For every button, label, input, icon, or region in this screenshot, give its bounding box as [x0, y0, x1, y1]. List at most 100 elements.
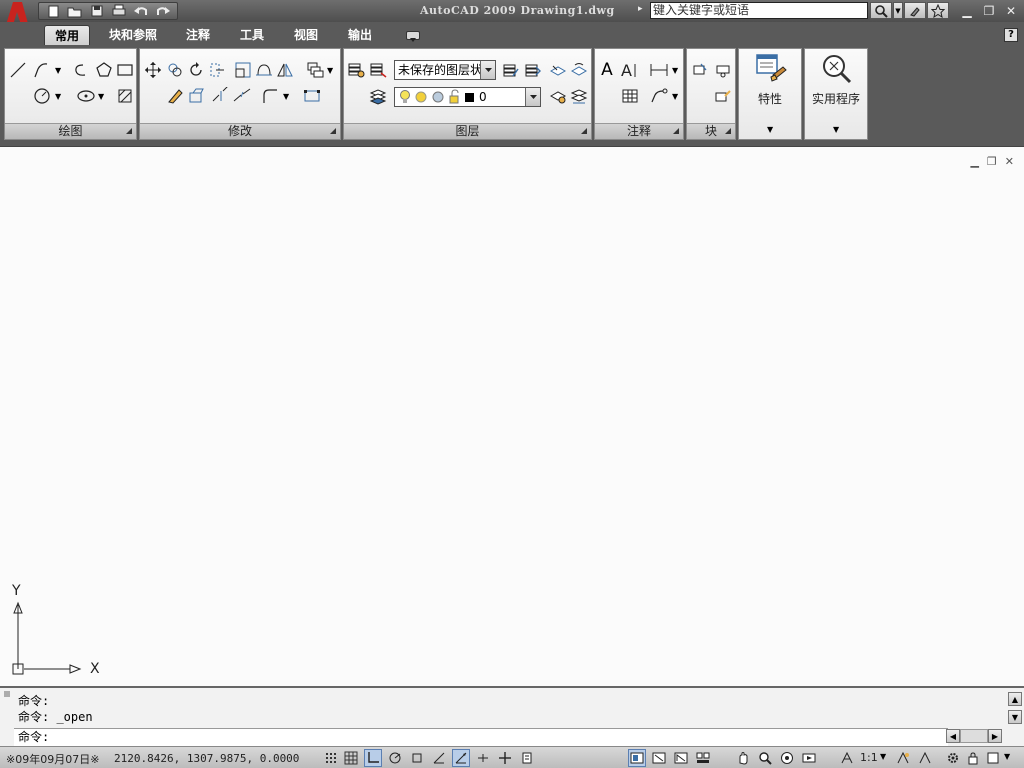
layer-state-combo[interactable]: 未保存的图层状态	[394, 60, 496, 80]
pan-icon[interactable]	[734, 749, 752, 767]
command-window-grip-icon[interactable]	[2, 690, 12, 730]
layer-states-icon[interactable]	[368, 60, 388, 80]
layout2-icon[interactable]	[672, 749, 690, 767]
fillet-dropdown-chevron-icon[interactable]: ▼	[283, 92, 289, 101]
layer-off-icon[interactable]	[569, 86, 589, 106]
showmotion-icon[interactable]	[800, 749, 818, 767]
annotation-scale-icon[interactable]	[838, 749, 856, 767]
print-icon[interactable]	[109, 3, 129, 19]
lineweight-icon[interactable]	[496, 749, 514, 767]
steering-wheel-icon[interactable]	[778, 749, 796, 767]
undo-icon[interactable]	[131, 3, 151, 19]
drawing-canvas[interactable]: ▁ ❐ ✕ Y X	[0, 146, 1024, 686]
erase-icon[interactable]	[165, 86, 185, 106]
multiline-text-icon[interactable]: A	[620, 60, 640, 80]
annotation-scale-dropdown-chevron-icon[interactable]: ▼	[880, 752, 886, 761]
mirror-icon[interactable]	[275, 60, 295, 80]
tab-view[interactable]: 视图	[286, 25, 326, 45]
multileader-icon[interactable]	[649, 86, 669, 106]
annotation-visibility-icon[interactable]	[894, 749, 912, 767]
drawing-close-icon[interactable]: ✕	[1005, 155, 1014, 168]
panel-expand-icon[interactable]	[673, 128, 679, 134]
tab-output[interactable]: 输出	[340, 25, 380, 45]
status-bar-menu-chevron-icon[interactable]: ▼	[1004, 752, 1010, 761]
toolbar-lock-icon[interactable]	[964, 749, 982, 767]
insert-block-icon[interactable]	[690, 60, 710, 80]
command-horizontal-scrollbar[interactable]: ◀ ▶	[946, 729, 1006, 745]
polyline-icon[interactable]	[32, 60, 52, 80]
stretch-icon[interactable]	[207, 60, 227, 80]
line-icon[interactable]	[8, 60, 28, 80]
modify-panel-title[interactable]: 修改	[140, 123, 340, 139]
ribbon-tabs-dropdown-icon[interactable]	[406, 31, 420, 42]
linear-dimension-icon[interactable]	[649, 60, 669, 80]
scroll-right-icon[interactable]: ▶	[988, 729, 1002, 743]
draw-panel-title[interactable]: 绘图	[5, 123, 136, 139]
single-line-text-icon[interactable]: A	[597, 60, 617, 80]
help-search-input[interactable]: 键入关键字或短语	[650, 2, 868, 19]
tab-blocks-references[interactable]: 块和参照	[102, 25, 164, 45]
polyline-dropdown-chevron-icon[interactable]: ▼	[55, 66, 61, 75]
utilities-dropdown-chevron-icon[interactable]: ▼	[833, 125, 839, 134]
polygon-icon[interactable]	[94, 60, 114, 80]
array-icon[interactable]	[305, 60, 325, 80]
search-expand-icon[interactable]: ▸	[638, 4, 643, 14]
workspace-switching-gear-icon[interactable]	[944, 749, 962, 767]
panel-expand-icon[interactable]	[725, 128, 731, 134]
hatch-icon[interactable]	[115, 86, 135, 106]
restore-icon[interactable]: ❐	[980, 3, 998, 19]
make-object-layer-current-icon[interactable]	[501, 60, 521, 80]
scroll-down-icon[interactable]: ▼	[1008, 710, 1022, 724]
fillet-icon[interactable]	[260, 86, 280, 106]
favorites-star-icon[interactable]	[927, 2, 949, 19]
layer-combo[interactable]: 0	[394, 87, 541, 107]
explode-icon[interactable]	[186, 86, 206, 106]
tab-home[interactable]: 常用	[44, 25, 90, 45]
arc-icon[interactable]	[72, 60, 92, 80]
block-panel-title[interactable]: 块	[687, 123, 735, 139]
search-icon[interactable]	[870, 2, 892, 19]
utilities-panel[interactable]: 实用程序 ▼	[804, 48, 868, 140]
help-question-icon[interactable]: ?	[1004, 28, 1018, 42]
zoom-icon[interactable]	[756, 749, 774, 767]
rectangle-icon[interactable]	[115, 60, 135, 80]
quick-view-layouts-icon[interactable]	[694, 749, 712, 767]
search-options-chevron-icon[interactable]: ▼	[893, 2, 903, 19]
trim-icon[interactable]	[254, 60, 274, 80]
redo-icon[interactable]	[153, 3, 173, 19]
circle-icon[interactable]	[32, 86, 52, 106]
layer-dropdown-chevron-icon[interactable]	[525, 88, 540, 106]
command-vertical-scrollbar[interactable]: ▲ ▼	[1008, 692, 1022, 726]
ellipse-dropdown-chevron-icon[interactable]: ▼	[98, 92, 104, 101]
scroll-left-icon[interactable]: ◀	[946, 729, 960, 743]
scroll-up-icon[interactable]: ▲	[1008, 692, 1022, 706]
create-block-icon[interactable]	[713, 60, 733, 80]
join-icon[interactable]	[232, 86, 252, 106]
panel-expand-icon[interactable]	[330, 128, 336, 134]
ellipse-icon[interactable]	[76, 86, 96, 106]
close-icon[interactable]: ✕	[1002, 3, 1020, 19]
new-file-icon[interactable]	[43, 3, 63, 19]
leader-dropdown-chevron-icon[interactable]: ▼	[672, 92, 678, 101]
model-space-icon[interactable]	[628, 749, 646, 767]
auto-add-scales-icon[interactable]	[916, 749, 934, 767]
layer-state-dropdown-chevron-icon[interactable]	[480, 61, 495, 79]
open-file-icon[interactable]	[65, 3, 85, 19]
array-dropdown-chevron-icon[interactable]: ▼	[327, 66, 333, 75]
panel-expand-icon[interactable]	[581, 128, 587, 134]
quick-properties-icon[interactable]	[518, 749, 536, 767]
layer-unisolate-icon[interactable]	[569, 60, 589, 80]
snap-mode-icon[interactable]	[322, 749, 340, 767]
layout1-icon[interactable]	[650, 749, 668, 767]
table-icon[interactable]	[620, 86, 640, 106]
properties-dropdown-chevron-icon[interactable]: ▼	[767, 125, 773, 134]
match-layer-icon[interactable]	[523, 60, 543, 80]
circle-dropdown-chevron-icon[interactable]: ▼	[55, 92, 61, 101]
object-snap-icon[interactable]	[408, 749, 426, 767]
layer-properties-icon[interactable]	[346, 60, 366, 80]
break-icon[interactable]	[211, 86, 231, 106]
object-snap-tracking-icon[interactable]	[430, 749, 448, 767]
communication-center-icon[interactable]	[904, 2, 926, 19]
clean-screen-icon[interactable]	[984, 749, 1002, 767]
layers-panel-title[interactable]: 图层	[344, 123, 591, 139]
